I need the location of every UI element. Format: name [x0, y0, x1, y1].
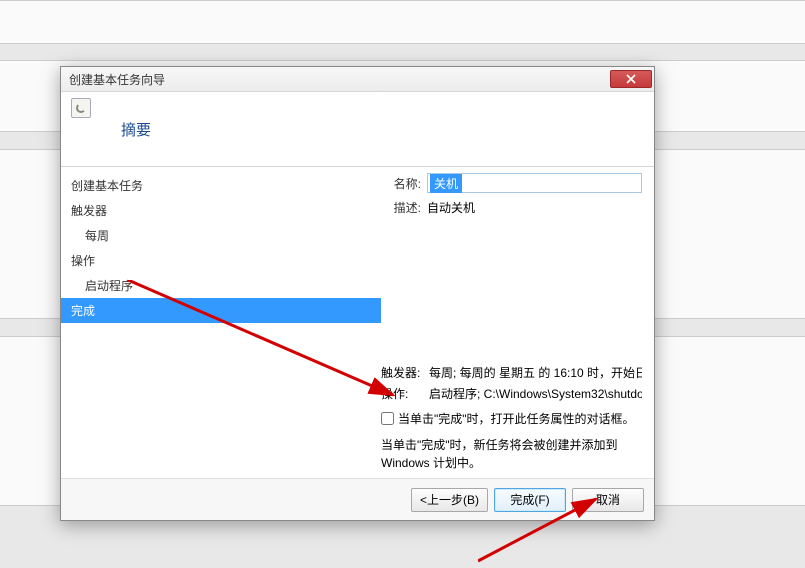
sidebar-item-start-program[interactable]: 启动程序	[61, 273, 381, 298]
wizard-icon	[71, 98, 91, 118]
action-value: 启动程序; C:\Windows\System32\shutdown.exe	[429, 385, 642, 402]
trigger-value: 每周; 每周的 星期五 的 16:10 时，开始日期: 2020	[429, 364, 642, 381]
trigger-row: 触发器: 每周; 每周的 星期五 的 16:10 时，开始日期: 2020	[381, 364, 642, 381]
summary-block: 触发器: 每周; 每周的 星期五 的 16:10 时，开始日期: 2020 操作…	[381, 364, 642, 472]
sidebar-item-trigger[interactable]: 触发器	[61, 198, 381, 223]
sidebar-item-create-task[interactable]: 创建基本任务	[61, 173, 381, 198]
finish-note: 当单击"完成"时，新任务将会被创建并添加到 Windows 计划中。	[381, 436, 642, 472]
close-button[interactable]	[610, 70, 652, 88]
desc-value: 自动关机	[427, 199, 475, 216]
close-icon	[626, 74, 636, 84]
name-field[interactable]: 关机	[427, 173, 642, 193]
sidebar-item-action[interactable]: 操作	[61, 248, 381, 273]
wizard-window: 创建基本任务向导 摘要 创建基本任务 触发器 每周 操作 启动程序 完成 名称:…	[60, 66, 655, 521]
window-title: 创建基本任务向导	[69, 71, 610, 88]
name-value: 关机	[430, 174, 462, 193]
bg-row-1	[0, 0, 805, 44]
trigger-label: 触发器:	[381, 364, 429, 381]
main-panel: 名称: 关机 描述: 自动关机 触发器: 每周; 每周的 星期五 的 16:10…	[381, 167, 654, 478]
page-title: 摘要	[121, 119, 151, 140]
action-label: 操作:	[381, 385, 429, 402]
wizard-sidebar: 创建基本任务 触发器 每周 操作 启动程序 完成	[61, 167, 381, 478]
open-properties-row: 当单击"完成"时，打开此任务属性的对话框。	[381, 410, 642, 428]
name-row: 名称: 关机	[381, 173, 642, 193]
action-row: 操作: 启动程序; C:\Windows\System32\shutdown.e…	[381, 385, 642, 402]
open-properties-checkbox[interactable]	[381, 412, 394, 425]
cancel-button[interactable]: 取消	[572, 488, 644, 512]
titlebar[interactable]: 创建基本任务向导	[61, 67, 654, 92]
desc-label: 描述:	[381, 199, 421, 216]
desc-row: 描述: 自动关机	[381, 199, 642, 216]
wizard-footer: <上一步(B) 完成(F) 取消	[61, 478, 654, 520]
wizard-header: 摘要	[61, 92, 654, 167]
back-button[interactable]: <上一步(B)	[411, 488, 488, 512]
sidebar-item-finish[interactable]: 完成	[61, 298, 381, 323]
sidebar-item-weekly[interactable]: 每周	[61, 223, 381, 248]
content-area: 创建基本任务 触发器 每周 操作 启动程序 完成 名称: 关机 描述: 自动关机…	[61, 167, 654, 478]
name-label: 名称:	[381, 175, 421, 192]
open-properties-label: 当单击"完成"时，打开此任务属性的对话框。	[398, 410, 635, 428]
finish-button[interactable]: 完成(F)	[494, 488, 566, 512]
